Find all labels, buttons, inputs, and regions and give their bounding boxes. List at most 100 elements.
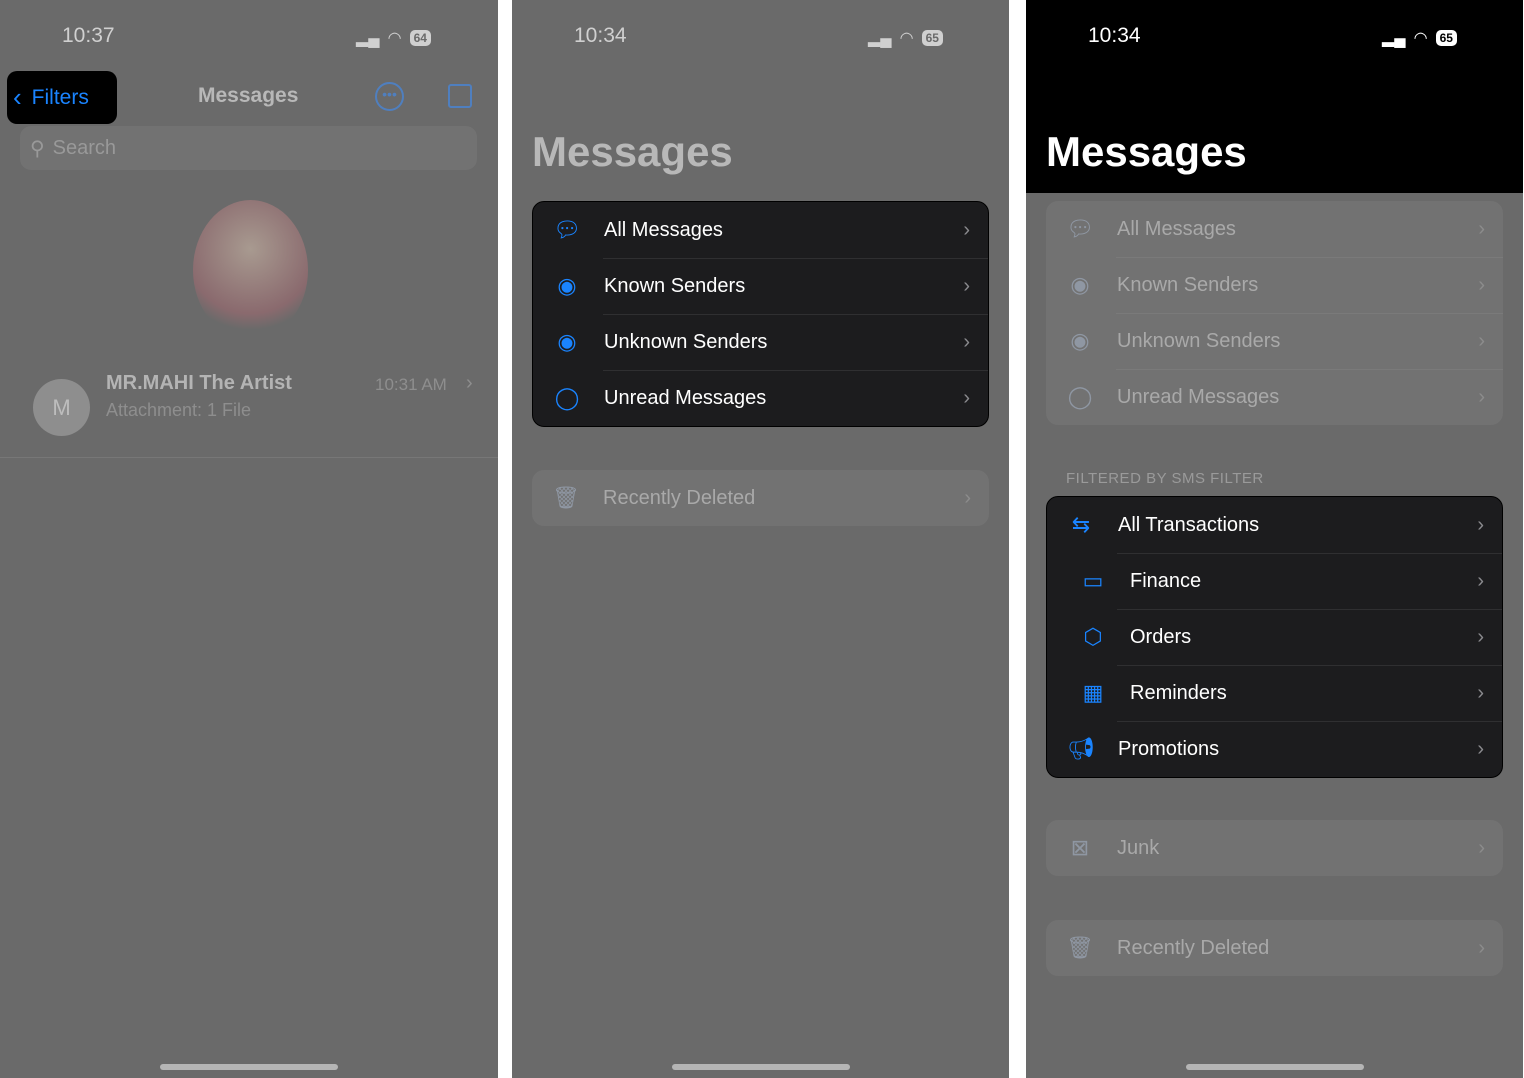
filter-orders[interactable]: ⬡ Orders › <box>1047 609 1502 665</box>
more-options-icon[interactable]: ••• <box>375 82 404 111</box>
filter-label: All Messages <box>604 218 723 241</box>
battery-icon: 65 <box>1435 30 1457 46</box>
filter-unknown-senders[interactable]: ◉ Unknown Senders › <box>533 314 988 370</box>
chevron-left-icon: ‹ <box>13 82 22 112</box>
page-title: Messages <box>1046 128 1247 175</box>
filter-all-transactions[interactable]: ⇆ All Transactions › <box>1047 497 1502 553</box>
filter-label: Unread Messages <box>604 386 767 409</box>
trash-icon: 🗑︎ <box>1066 935 1094 960</box>
pinned-contact-avatar[interactable] <box>193 200 308 340</box>
chevron-right-icon: › <box>1477 737 1484 760</box>
recently-deleted-item[interactable]: 🗑︎ Recently Deleted › <box>532 470 989 526</box>
conversation-row[interactable]: M MR.MAHI The Artist 10:31 AM › Attachme… <box>0 360 498 458</box>
filter-label: Unknown Senders <box>1117 329 1281 352</box>
status-time: 10:34 <box>1088 24 1141 47</box>
status-icons: ▂▄ ◠ 64 <box>356 28 431 48</box>
search-icon: ⚲ <box>30 137 45 160</box>
status-icons: ▂▄ ◠ 65 <box>1382 28 1457 48</box>
conversation-preview: Attachment: 1 File <box>106 400 252 420</box>
filter-label: Known Senders <box>604 274 746 297</box>
search-placeholder: Search <box>52 136 117 159</box>
credit-card-icon: ▭ <box>1082 568 1104 593</box>
chevron-right-icon: › <box>1478 329 1485 352</box>
filter-all-messages[interactable]: 💬︎ All Messages › <box>533 202 988 258</box>
chevron-right-icon: › <box>1478 936 1485 959</box>
screen-filters-sms: 10:34 ▂▄ ◠ 65 Messages 💬︎ All Messages › ◉ K… <box>1026 0 1523 1078</box>
battery-icon: 64 <box>409 30 431 46</box>
chevron-right-icon: › <box>964 486 971 509</box>
junk-bin-icon: ⊠ <box>1070 835 1090 860</box>
chevron-right-icon: › <box>963 330 970 353</box>
chevron-right-icon: › <box>1477 513 1484 536</box>
chevron-right-icon: › <box>1477 681 1484 704</box>
person-circle-icon: ◉ <box>557 273 577 298</box>
person-question-icon: ◉ <box>1070 328 1090 353</box>
filters-list: 💬︎ All Messages › ◉ Known Senders › ◉ Unknown… <box>1046 201 1503 425</box>
filters-back-button[interactable]: ‹ Filters <box>7 71 117 124</box>
section-header: FILTERED BY SMS FILTER <box>1066 470 1264 487</box>
signal-icon: ▂▄ <box>1382 30 1406 47</box>
filter-label: Reminders <box>1130 681 1227 704</box>
home-indicator <box>160 1064 338 1070</box>
filter-known-senders[interactable]: ◉ Known Senders › <box>1046 257 1503 313</box>
signal-icon: ▂▄ <box>868 30 892 47</box>
search-input[interactable]: ⚲ Search <box>20 126 477 170</box>
filter-label: Finance <box>1130 569 1202 592</box>
person-circle-icon: ◉ <box>1070 272 1090 297</box>
chevron-right-icon: › <box>1478 217 1485 240</box>
avatar: M <box>33 379 90 436</box>
filter-unread-messages[interactable]: ◯ Unread Messages › <box>1046 369 1503 425</box>
wifi-icon: ◠ <box>899 30 914 47</box>
recently-deleted-item[interactable]: 🗑︎ Recently Deleted › <box>1046 920 1503 976</box>
chevron-right-icon: › <box>1478 273 1485 296</box>
filter-known-senders[interactable]: ◉ Known Senders › <box>533 258 988 314</box>
battery-icon: 65 <box>921 30 943 46</box>
junk-item[interactable]: ⊠ Junk › <box>1046 820 1503 876</box>
chevron-right-icon: › <box>963 274 970 297</box>
chevron-right-icon: › <box>963 386 970 409</box>
home-indicator <box>671 1064 850 1070</box>
recently-deleted-label: Recently Deleted <box>603 486 756 509</box>
filters-list: 💬︎ All Messages › ◉ Known Senders › ◉ Unknown… <box>532 201 989 427</box>
recently-deleted-label: Recently Deleted <box>1117 936 1270 959</box>
home-indicator <box>1185 1064 1364 1070</box>
recently-deleted-group: 🗑︎ Recently Deleted › <box>1046 920 1503 976</box>
wifi-icon: ◠ <box>1413 30 1428 47</box>
recently-deleted-group: 🗑︎ Recently Deleted › <box>532 470 989 526</box>
screen-messages-list: 10:37 ▂▄ ◠ 64 ‹ Filters Messages ••• ⚲ Se… <box>0 0 498 1078</box>
page-title: Messages <box>532 128 733 175</box>
filter-promotions[interactable]: 📢︎ Promotions › <box>1047 721 1502 777</box>
bubble-badge-icon: ◯ <box>554 385 580 410</box>
trash-icon: 🗑︎ <box>552 485 580 510</box>
chevron-right-icon: › <box>1478 385 1485 408</box>
speech-bubbles-icon: 💬︎ <box>553 217 581 242</box>
arrows-swap-icon: ⇆ <box>1071 512 1091 537</box>
signal-icon: ▂▄ <box>356 30 380 47</box>
chevron-right-icon: › <box>963 218 970 241</box>
bubble-badge-icon: ◯ <box>1067 384 1093 409</box>
filter-finance[interactable]: ▭ Finance › <box>1047 553 1502 609</box>
chevron-right-icon: › <box>1477 569 1484 592</box>
status-time: 10:34 <box>574 24 627 47</box>
chevron-right-icon: › <box>466 372 473 394</box>
filter-label: All Transactions <box>1118 513 1260 536</box>
status-time: 10:37 <box>62 24 115 47</box>
chevron-right-icon: › <box>1477 625 1484 648</box>
calendar-clock-icon: ▦ <box>1082 680 1104 705</box>
filter-label: Unread Messages <box>1117 385 1280 408</box>
speech-bubbles-icon: 💬︎ <box>1066 216 1094 241</box>
conversation-name: MR.MAHI The Artist <box>106 372 292 394</box>
filter-all-messages[interactable]: 💬︎ All Messages › <box>1046 201 1503 257</box>
filter-label: Promotions <box>1118 737 1220 760</box>
filter-unknown-senders[interactable]: ◉ Unknown Senders › <box>1046 313 1503 369</box>
filter-reminders[interactable]: ▦ Reminders › <box>1047 665 1502 721</box>
screen-filters: 10:34 ▂▄ ◠ 65 Messages 💬︎ All Messages › ◉ K… <box>512 0 1009 1078</box>
megaphone-icon: 📢︎ <box>1067 736 1095 761</box>
filter-label: Orders <box>1130 625 1192 648</box>
junk-label: Junk <box>1117 836 1160 859</box>
filter-unread-messages[interactable]: ◯ Unread Messages › <box>533 370 988 426</box>
box-icon: ⬡ <box>1083 624 1103 649</box>
person-question-icon: ◉ <box>557 329 577 354</box>
compose-icon[interactable] <box>448 84 472 108</box>
back-label: Filters <box>31 85 89 109</box>
